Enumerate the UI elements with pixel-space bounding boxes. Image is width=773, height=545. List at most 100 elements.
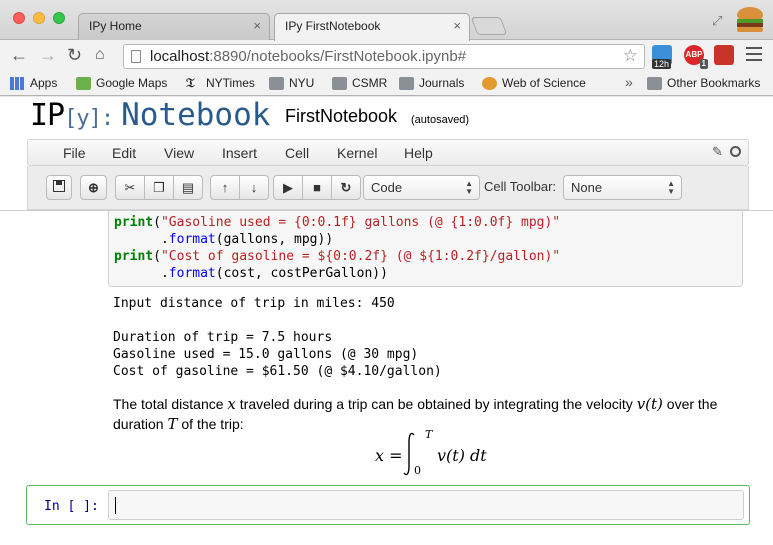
copy-button[interactable]: ❐: [144, 175, 174, 200]
integral-equation: x = T 0 v(t) dt: [375, 428, 495, 477]
notebook-toolbar: ⊕ ✂ ❐ ▤ ↑ ↓ ▶ ■ ↻ Code ▲ ▼ Cell Toolbar: …: [27, 166, 749, 210]
menu-view[interactable]: View: [164, 145, 194, 161]
save-button[interactable]: [46, 175, 72, 200]
nytimes-icon: 𝔗: [186, 76, 195, 91]
new-tab-button[interactable]: [470, 17, 508, 35]
window-maximize-button[interactable]: [53, 12, 65, 24]
output-line: Cost of gasoline = $61.50 (@ $4.10/gallo…: [113, 364, 442, 379]
select-arrows-icon: ▲ ▼: [465, 179, 473, 196]
paste-button[interactable]: ▤: [173, 175, 203, 200]
bookmark-nytimes[interactable]: 𝔗 NYTimes: [186, 76, 255, 92]
web-of-science-icon: [482, 77, 497, 90]
home-icon[interactable]: ⌂: [95, 46, 105, 64]
reload-icon[interactable]: ↻: [67, 45, 82, 66]
menu-kernel[interactable]: Kernel: [337, 145, 377, 161]
code-cell-input[interactable]: print("Gasoline used = {0:0.1f} gallons …: [108, 211, 743, 287]
output-line: Gasoline used = 15.0 gallons (@ 30 mpg): [113, 347, 419, 362]
insert-cell-button[interactable]: ⊕: [80, 175, 107, 200]
menu-help[interactable]: Help: [404, 145, 433, 161]
folder-icon: [269, 77, 284, 90]
notebook-name[interactable]: FirstNotebook: [285, 106, 397, 127]
move-down-button[interactable]: ↓: [239, 175, 269, 200]
text-cursor: [115, 497, 116, 514]
apps-icon: [10, 77, 25, 90]
cell-type-value: Code: [371, 180, 403, 195]
output-line: Duration of trip = 7.5 hours: [113, 330, 333, 345]
adblock-label: ABP: [685, 50, 703, 59]
code-line: .format(gallons, mpg)): [114, 232, 334, 247]
arrow-up-icon: ↑: [221, 180, 229, 195]
fullscreen-icon[interactable]: ⤢: [712, 13, 722, 29]
bookmark-folder-nyu[interactable]: NYU: [269, 76, 314, 92]
menu-insert[interactable]: Insert: [222, 145, 257, 161]
bookmark-extension-icon[interactable]: [714, 45, 734, 65]
bookmark-folder-csmr[interactable]: CSMR: [332, 76, 387, 92]
window-close-button[interactable]: [13, 12, 25, 24]
maps-icon: [76, 77, 91, 90]
code-input-area[interactable]: [108, 490, 744, 520]
output-line: Input distance of trip in miles: 450: [113, 296, 395, 311]
cell-type-select[interactable]: Code ▲ ▼: [363, 175, 480, 200]
bookmark-web-of-science[interactable]: Web of Science: [482, 76, 586, 92]
window-minimize-button[interactable]: [33, 12, 45, 24]
bookmark-star-icon[interactable]: ☆: [623, 46, 638, 66]
tab-label: IPy FirstNotebook: [285, 19, 381, 33]
menu-file[interactable]: File: [63, 145, 86, 161]
page-icon: [131, 50, 141, 63]
arrow-down-icon: ↓: [250, 180, 258, 195]
hamburger-avatar-icon[interactable]: [734, 5, 766, 37]
ipython-logo[interactable]: IP[y]: Notebook: [30, 97, 270, 133]
cell-toolbar-value: None: [571, 180, 603, 195]
cut-button[interactable]: ✂: [115, 175, 145, 200]
ipython-header: IP[y]: Notebook FirstNotebook (autosaved): [0, 97, 773, 139]
input-prompt: In [ ]:: [44, 499, 99, 514]
chrome-menu-icon[interactable]: [746, 47, 762, 65]
bookmark-apps[interactable]: Apps: [10, 76, 57, 92]
calendar-extension-icon[interactable]: 12h: [652, 45, 672, 69]
logo-y: [y]:: [64, 106, 114, 131]
notebook-container: print("Gasoline used = {0:0.1f} gallons …: [0, 210, 773, 545]
empty-code-cell[interactable]: In [ ]:: [26, 485, 750, 525]
logo-notebook: Notebook: [121, 97, 271, 133]
restart-kernel-button[interactable]: ↻: [331, 175, 361, 200]
plus-icon: ⊕: [88, 180, 99, 195]
cell-toolbar-select[interactable]: None ▲ ▼: [563, 175, 682, 200]
tab-close-icon[interactable]: ×: [253, 18, 261, 33]
back-arrow-icon[interactable]: ←: [10, 45, 28, 66]
browser-toolbar: ← → ↻ ⌂ localhost:8890/notebooks/FirstNo…: [0, 40, 773, 72]
bookmark-folder-journals[interactable]: Journals: [399, 76, 464, 92]
menu-cell[interactable]: Cell: [285, 145, 309, 161]
forward-arrow-icon[interactable]: →: [39, 45, 57, 66]
tab-close-icon[interactable]: ×: [453, 18, 461, 33]
paste-icon: ▤: [181, 180, 195, 195]
address-bar[interactable]: localhost:8890/notebooks/FirstNotebook.i…: [123, 44, 645, 69]
folder-icon: [399, 77, 414, 90]
copy-icon: ❐: [153, 180, 165, 195]
bookmark-label: Other Bookmarks: [667, 76, 761, 90]
move-up-button[interactable]: ↑: [210, 175, 240, 200]
bookmark-other[interactable]: Other Bookmarks: [647, 76, 760, 92]
integral-upper-limit: T: [425, 428, 433, 441]
bookmark-label: Journals: [419, 76, 465, 90]
browser-chrome: IPy Home × IPy FirstNotebook × ⤢ ← → ↻ ⌂…: [0, 0, 773, 97]
bookmark-label: NYTimes: [206, 76, 255, 90]
tab-ipy-firstnotebook[interactable]: IPy FirstNotebook ×: [274, 13, 470, 41]
bookmark-google-maps[interactable]: Google Maps: [76, 76, 167, 92]
play-icon: ▶: [283, 180, 293, 195]
folder-icon: [647, 77, 662, 90]
edit-mode-pencil-icon: ✎: [712, 144, 723, 159]
tab-ipy-home[interactable]: IPy Home ×: [78, 13, 270, 41]
integral-lower-limit: 0: [414, 464, 421, 477]
interrupt-kernel-button[interactable]: ■: [302, 175, 332, 200]
save-icon: [53, 180, 65, 192]
adblock-extension-icon[interactable]: ABP 1: [684, 45, 708, 69]
bookmarks-overflow-icon[interactable]: »: [625, 74, 633, 90]
menu-edit[interactable]: Edit: [112, 145, 136, 161]
restart-icon: ↻: [340, 180, 352, 195]
calendar-badge: 12h: [652, 59, 672, 69]
run-cell-button[interactable]: ▶: [273, 175, 303, 200]
autosave-status: (autosaved): [411, 114, 470, 126]
bookmark-label: NYU: [289, 76, 315, 90]
code-line: print("Cost of gasoline = ${0:0.2f} (@ $…: [114, 249, 561, 264]
